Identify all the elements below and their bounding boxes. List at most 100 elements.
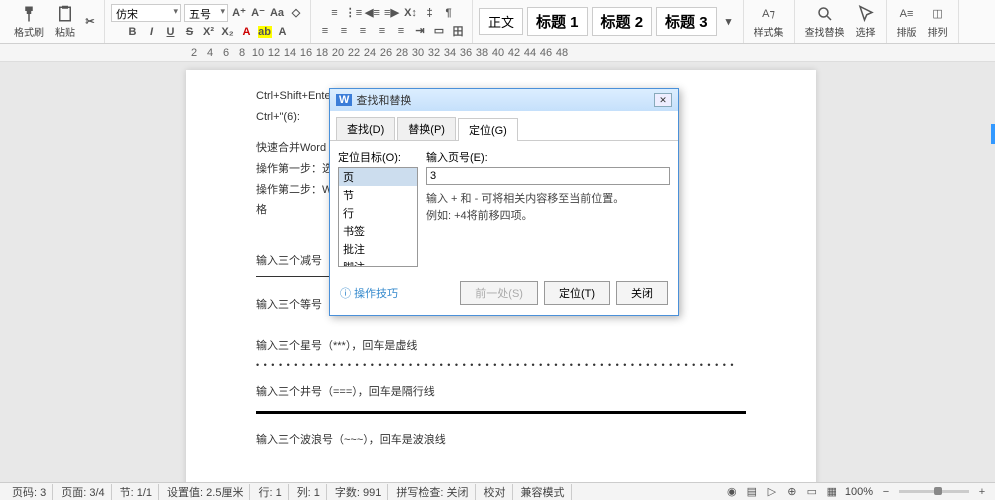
goto-target-label: 定位目标(O): [338,149,418,165]
find-replace-button[interactable]: 查找替换 [801,3,849,41]
goto-list-item[interactable]: 脚注 [339,258,417,267]
goto-list-item[interactable]: 页 [339,168,417,186]
increase-font-icon[interactable]: A⁺ [231,5,247,21]
font-size-select[interactable]: 五号 [184,4,228,22]
decrease-indent-icon[interactable]: ◀≡ [365,5,381,21]
goto-list-item[interactable]: 批注 [339,240,417,258]
format-painter-button[interactable]: 格式刷 [10,3,48,41]
increase-indent-icon[interactable]: ≡▶ [384,5,400,21]
style-set-button[interactable]: A⁊样式集 [750,3,788,41]
select-button[interactable]: 选择 [852,3,880,41]
prev-button: 前一处(S) [460,281,538,305]
view-outline-icon[interactable]: ▷ [765,485,779,499]
bold-button[interactable]: B [125,24,141,40]
close-button[interactable]: 关闭 [616,281,668,305]
tab-replace[interactable]: 替换(P) [397,117,456,140]
align-center-icon[interactable]: ≡ [336,23,352,39]
font-name-select[interactable]: 仿宋 [111,4,181,22]
tab-goto[interactable]: 定位(G) [458,118,518,141]
paste-button[interactable]: 粘贴 [51,3,79,41]
goto-target-list[interactable]: 页节行书签批注脚注尾注域 [338,167,418,267]
decrease-font-icon[interactable]: A⁻ [250,5,266,21]
goto-button[interactable]: 定位(T) [544,281,610,305]
styles-more-icon[interactable]: ▾ [721,14,737,30]
zoom-in-icon[interactable]: + [975,485,989,499]
dialog-titlebar[interactable]: W 查找和替换 ✕ [330,89,678,111]
view-draft-icon[interactable]: ▦ [825,485,839,499]
number-list-icon[interactable]: ⋮≡ [346,5,362,21]
sort-icon[interactable]: X↕ [403,5,419,21]
borders-icon[interactable]: 田 [450,23,466,39]
search-icon [816,5,834,23]
tab-icon[interactable]: ⇥ [412,23,428,39]
cut-icon[interactable]: ✂ [82,14,98,30]
font-color-icon[interactable]: A [239,24,255,40]
find-replace-dialog: W 查找和替换 ✕ 查找(D) 替换(P) 定位(G) 定位目标(O): 页节行书… [329,88,679,316]
tips-link[interactable]: ⓘ 操作技巧 [340,285,398,301]
status-col[interactable]: 列: 1 [291,484,327,500]
status-mode[interactable]: 兼容模式 [515,484,572,500]
status-section[interactable]: 节: 1/1 [114,484,159,500]
status-page[interactable]: 页面: 3/4 [55,484,111,500]
char-border-icon[interactable]: A [275,24,291,40]
view-read-icon[interactable]: ▭ [805,485,819,499]
paste-icon [56,5,74,23]
zoom-slider[interactable] [899,490,969,493]
dialog-close-button[interactable]: ✕ [654,93,672,107]
style-h3[interactable]: 标题 3 [656,7,717,36]
goto-list-item[interactable]: 节 [339,186,417,204]
status-words[interactable]: 字数: 991 [329,484,388,500]
clear-format-icon[interactable]: ◇ [288,5,304,21]
style-normal[interactable]: 正文 [479,8,523,35]
layout-button[interactable]: A≡排版 [893,3,921,41]
view-print-icon[interactable]: ▤ [745,485,759,499]
bullet-list-icon[interactable]: ≡ [327,5,343,21]
brush-icon [20,5,38,23]
style-h1[interactable]: 标题 1 [527,7,588,36]
doc-line: 输入三个波浪号（~~~），回车是波浪线 [256,430,746,451]
highlight-icon[interactable]: ab [258,26,272,38]
distribute-icon[interactable]: ≡ [393,23,409,39]
justify-icon[interactable]: ≡ [374,23,390,39]
style-h2[interactable]: 标题 2 [592,7,653,36]
zoom-value[interactable]: 100% [845,486,873,498]
strike-button[interactable]: S [182,24,198,40]
arrange-button[interactable]: ◫排列 [924,3,952,41]
arrange-icon: ◫ [929,5,947,23]
align-right-icon[interactable]: ≡ [355,23,371,39]
horizontal-ruler: 2468101214161820222426283032343638404244… [0,44,995,62]
status-position[interactable]: 设置值: 2.5厘米 [161,484,250,500]
goto-list-item[interactable]: 书签 [339,222,417,240]
status-bar: 页码: 3 页面: 3/4 节: 1/1 设置值: 2.5厘米 行: 1 列: … [0,482,995,500]
doc-thick-line [256,411,746,414]
align-left-icon[interactable]: ≡ [317,23,333,39]
status-spell[interactable]: 拼写检查: 关闭 [390,484,475,500]
shading-icon[interactable]: ▭ [431,23,447,39]
dialog-title-text: 查找和替换 [356,92,411,108]
subscript-icon[interactable]: X₂ [220,24,236,40]
doc-dotted-line: • • • • • • • • • • • • • • • • • • • • … [256,357,746,374]
underline-button[interactable]: U [163,24,179,40]
dialog-hint: 输入 + 和 - 可将相关内容移至当前位置。例如: +4将前移四项。 [426,191,670,224]
style-set-icon: A⁊ [760,5,778,23]
zoom-out-icon[interactable]: − [879,485,893,499]
status-line[interactable]: 行: 1 [252,484,288,500]
goto-list-item[interactable]: 行 [339,204,417,222]
doc-line: 输入三个井号（===），回车是隔行线 [256,382,746,403]
app-icon: W [336,94,352,106]
scroll-indicator [991,124,995,144]
layout-icon: A≡ [898,5,916,23]
view-web-icon[interactable]: ⊕ [785,485,799,499]
status-page-no[interactable]: 页码: 3 [6,484,53,500]
superscript-icon[interactable]: X² [201,24,217,40]
italic-button[interactable]: I [144,24,160,40]
cursor-icon [857,5,875,23]
page-number-input[interactable] [426,167,670,185]
view-eye-icon[interactable]: ◉ [725,485,739,499]
status-proof[interactable]: 校对 [478,484,513,500]
page-number-label: 输入页号(E): [426,149,670,165]
tab-find[interactable]: 查找(D) [336,117,395,140]
line-spacing-icon[interactable]: ‡ [422,5,438,21]
change-case-icon[interactable]: Aa [269,5,285,21]
show-marks-icon[interactable]: ¶ [441,5,457,21]
